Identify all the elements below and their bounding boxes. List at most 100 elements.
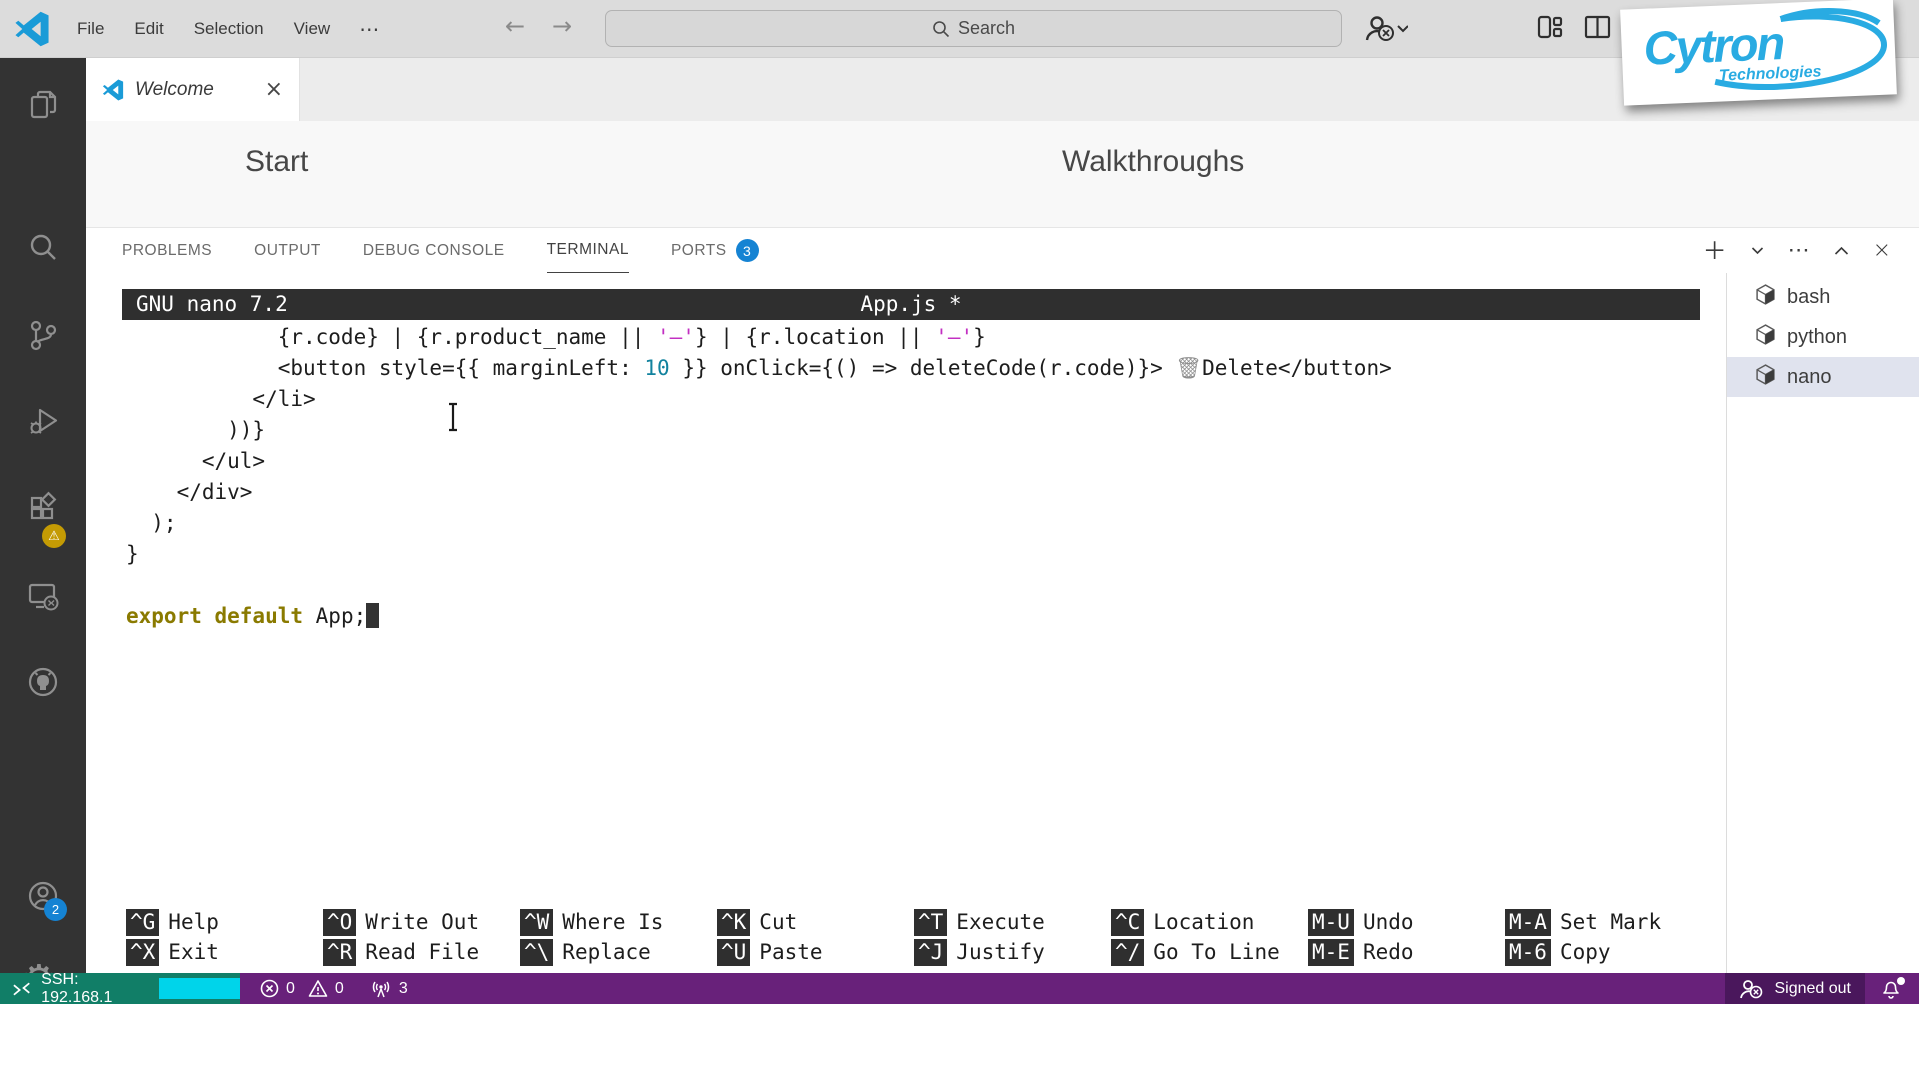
nano-shortcuts: ^G Help ^X Exit ^O Write Out ^R Read File ^W Wher… bbox=[126, 907, 1702, 967]
bottom-panel: PROBLEMS OUTPUT DEBUG CONSOLE TERMINAL P… bbox=[86, 227, 1919, 973]
terminal-item-bash[interactable]: bash bbox=[1727, 277, 1919, 317]
account-signed-out-icon[interactable] bbox=[1364, 14, 1408, 42]
vscode-logo-icon bbox=[15, 11, 49, 47]
terminal-icon-slot bbox=[1755, 323, 1776, 351]
extensions-warning-badge: ⚠ bbox=[42, 524, 66, 548]
error-count: 0 bbox=[286, 979, 295, 997]
ports-status[interactable]: 3 bbox=[370, 980, 408, 998]
panel-tab-ports-label: PORTS bbox=[670, 241, 727, 259]
nano-shortcut: ^/Go To Line bbox=[1111, 937, 1308, 967]
terminal-dropdown-icon[interactable] bbox=[1751, 246, 1764, 255]
error-icon bbox=[260, 979, 279, 998]
new-terminal-icon[interactable]: ＋ bbox=[1703, 239, 1727, 263]
search-icon bbox=[933, 20, 950, 37]
code-line: </ul> bbox=[126, 449, 266, 473]
customize-layout-icon[interactable] bbox=[1536, 14, 1563, 41]
cytron-logo: Cytron Technologies bbox=[1620, 0, 1897, 106]
code-line: ))} bbox=[126, 418, 266, 442]
panel-tab-debug-console[interactable]: DEBUG CONSOLE bbox=[363, 228, 505, 273]
nano-shortcut: M-6 Copy bbox=[1505, 937, 1702, 967]
code-line: export default App; bbox=[126, 601, 1392, 632]
search-placeholder: Search bbox=[957, 18, 1016, 38]
statusbar-right: Signed out bbox=[1725, 973, 1919, 1004]
terminal-icon bbox=[1756, 283, 1775, 305]
nano-shortcut: M-A Set Mark bbox=[1505, 907, 1702, 937]
tab-close-icon[interactable]: × bbox=[265, 77, 283, 102]
remote-indicator[interactable]: SSH: 192.168.1 bbox=[0, 970, 240, 1006]
remote-host-label: SSH: 192.168.1 bbox=[41, 970, 113, 1006]
panel-tab-problems[interactable]: PROBLEMS bbox=[122, 228, 212, 273]
remote-icon bbox=[13, 982, 30, 995]
terminal-icon-slot bbox=[1755, 363, 1776, 391]
accounts-badge: 2 bbox=[44, 898, 67, 921]
terminal-list: bash python nano bbox=[1726, 273, 1919, 973]
more-menus-icon[interactable]: ⋯ bbox=[345, 17, 395, 42]
warning-icon bbox=[308, 980, 328, 997]
terminal-icon bbox=[1756, 323, 1775, 345]
terminal-label: bash bbox=[1787, 285, 1831, 308]
back-arrow-icon[interactable]: ← bbox=[505, 12, 525, 40]
text-cursor-pointer bbox=[449, 402, 457, 432]
forwarded-ports-count: 3 bbox=[398, 979, 408, 997]
menu-view[interactable]: View bbox=[279, 13, 346, 45]
problems-status[interactable]: 0 0 bbox=[260, 979, 344, 998]
nano-titlebar: GNU nano 7.2 App.js * bbox=[122, 289, 1700, 320]
maximize-panel-icon[interactable] bbox=[1834, 246, 1849, 256]
signed-out-label: Signed out bbox=[1774, 979, 1851, 997]
start-heading: Start bbox=[245, 145, 309, 178]
terminal-label: python bbox=[1787, 325, 1848, 348]
nano-shortcut: ^\ Replace bbox=[520, 937, 717, 967]
notifications-bell[interactable] bbox=[1865, 973, 1919, 1004]
panel-more-icon[interactable]: ⋯ bbox=[1788, 239, 1810, 262]
forward-arrow-icon[interactable]: → bbox=[552, 12, 572, 40]
menu-file[interactable]: File bbox=[62, 13, 119, 45]
panel-actions: ＋ ⋯ × bbox=[1703, 228, 1891, 273]
menu-selection[interactable]: Selection bbox=[179, 13, 279, 45]
vscode-tab-icon bbox=[102, 78, 124, 101]
terminal-item-nano[interactable]: nano bbox=[1727, 357, 1919, 397]
panel-tabbar: PROBLEMS OUTPUT DEBUG CONSOLE TERMINAL P… bbox=[122, 228, 759, 273]
nano-code[interactable]: {r.code} | {r.product_name || '–'} | {r.… bbox=[126, 322, 1392, 632]
radio-tower-icon bbox=[372, 981, 390, 997]
tab-welcome[interactable]: Welcome × bbox=[86, 58, 300, 121]
signed-out-status[interactable]: Signed out bbox=[1725, 973, 1865, 1004]
status-bar: SSH: 192.168.1 0 0 3 Signed out bbox=[0, 970, 1919, 1006]
nano-shortcut: ^X Exit bbox=[126, 937, 323, 967]
search-activity-icon[interactable] bbox=[25, 230, 61, 266]
extensions-icon[interactable] bbox=[25, 490, 61, 526]
terminal-label: nano bbox=[1787, 365, 1832, 388]
remote-explorer-icon[interactable] bbox=[25, 578, 61, 614]
run-debug-icon[interactable] bbox=[25, 403, 61, 439]
panel-tab-output[interactable]: OUTPUT bbox=[254, 228, 321, 273]
nano-shortcut: ^O Write Out bbox=[323, 907, 520, 937]
welcome-page: Start Walkthroughs bbox=[86, 121, 1919, 227]
nano-shortcut: ^K Cut bbox=[717, 907, 914, 937]
nano-shortcut: M-E Redo bbox=[1308, 937, 1505, 967]
menu-bar: File Edit Selection View ⋯ bbox=[62, 0, 395, 58]
menu-edit[interactable]: Edit bbox=[119, 13, 178, 45]
nano-shortcut: ^J Justify bbox=[914, 937, 1111, 967]
terminal-item-python[interactable]: python bbox=[1727, 317, 1919, 357]
nano-shortcut: ^T Execute bbox=[914, 907, 1111, 937]
source-control-icon[interactable] bbox=[25, 317, 61, 353]
panel-tab-ports[interactable]: PORTS 3 bbox=[671, 228, 759, 273]
account-x-icon bbox=[1740, 979, 1763, 998]
nano-shortcut: ^U Paste bbox=[717, 937, 914, 967]
nano-shortcut: ^C Location bbox=[1111, 907, 1308, 937]
activity-bar: ⚠ 2 ⚙ bbox=[0, 58, 86, 1000]
code-line: </div> bbox=[126, 480, 253, 504]
nano-filename: App.js * bbox=[860, 292, 962, 316]
tab-welcome-label: Welcome bbox=[135, 78, 214, 100]
nano-shortcut: ^R Read File bbox=[323, 937, 520, 967]
explorer-icon[interactable] bbox=[25, 87, 61, 123]
github-icon[interactable] bbox=[25, 664, 61, 700]
close-panel-icon[interactable]: × bbox=[1873, 239, 1891, 262]
terminal-icon bbox=[1756, 363, 1775, 385]
vscode-window: File Edit Selection View ⋯ ← → Search Cy… bbox=[0, 0, 1919, 1079]
search-input[interactable]: Search bbox=[605, 10, 1342, 47]
nano-shortcut: M-U Undo bbox=[1308, 907, 1505, 937]
panel-tab-terminal[interactable]: TERMINAL bbox=[546, 228, 629, 273]
notification-dot bbox=[1897, 977, 1905, 985]
split-editor-icon[interactable] bbox=[1584, 14, 1611, 41]
